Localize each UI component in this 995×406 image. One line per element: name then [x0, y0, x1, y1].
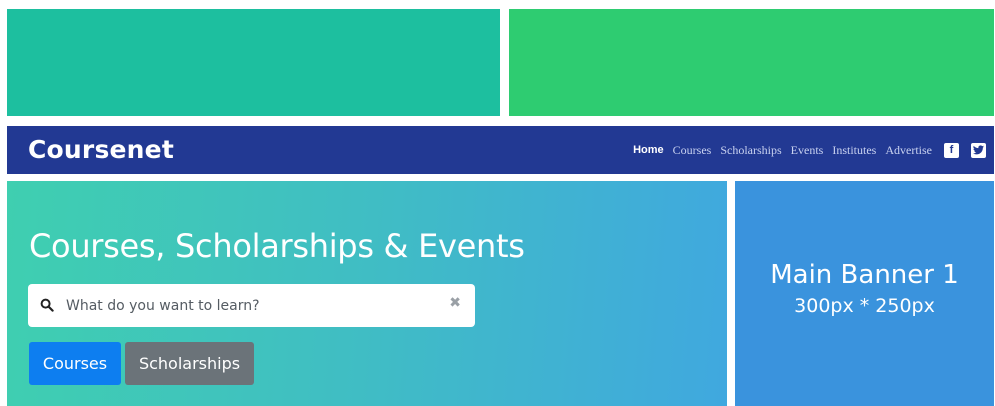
search-icon: [40, 298, 54, 312]
top-ad-right[interactable]: [509, 9, 994, 116]
twitter-bird-glyph: [973, 145, 984, 155]
main-banner-ad[interactable]: Main Banner 1 300px * 250px: [735, 181, 994, 406]
banner-size: 300px * 250px: [794, 295, 935, 317]
clear-icon[interactable]: ✖: [449, 295, 461, 311]
search-input[interactable]: [66, 295, 426, 317]
twitter-icon[interactable]: [971, 142, 986, 158]
nav-link-home[interactable]: Home: [633, 144, 664, 156]
brand-logo[interactable]: Coursenet: [28, 135, 174, 164]
nav-link-scholarships[interactable]: Scholarships: [720, 143, 781, 158]
banner-title: Main Banner 1: [770, 260, 959, 290]
courses-button[interactable]: Courses: [29, 342, 121, 385]
nav-link-events[interactable]: Events: [791, 143, 824, 158]
hero-section: Courses, Scholarships & Events ✖ Courses…: [7, 181, 727, 406]
facebook-icon[interactable]: f: [944, 142, 959, 158]
nav-link-courses[interactable]: Courses: [673, 143, 712, 158]
hero-title: Courses, Scholarships & Events: [29, 227, 525, 265]
search-box: ✖: [28, 284, 475, 327]
nav-link-institutes[interactable]: Institutes: [832, 143, 876, 158]
top-ad-left[interactable]: [7, 9, 500, 116]
nav-links: Home Courses Scholarships Events Institu…: [624, 126, 986, 174]
scholarships-button[interactable]: Scholarships: [125, 342, 254, 385]
nav-link-advertise[interactable]: Advertise: [885, 143, 932, 158]
main-navbar: Coursenet Home Courses Scholarships Even…: [7, 126, 994, 174]
